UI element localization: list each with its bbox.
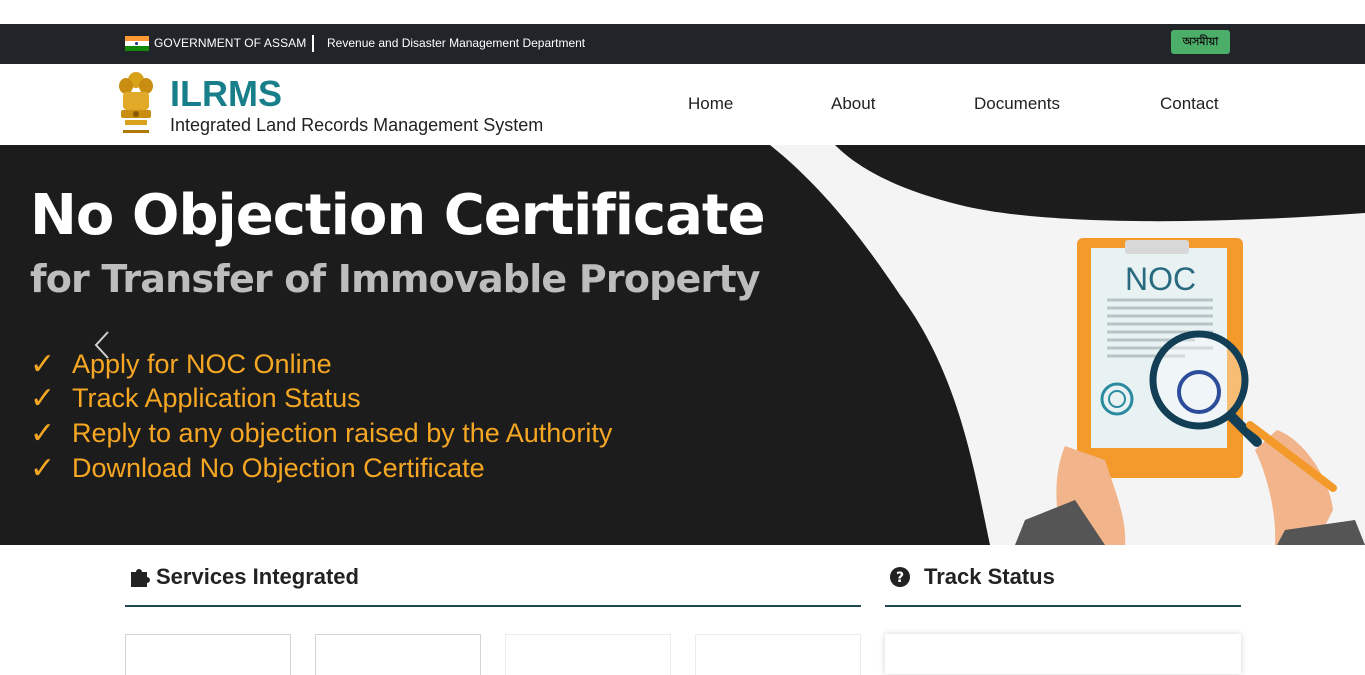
service-card[interactable]: [315, 634, 481, 675]
india-flag-icon: [125, 36, 149, 51]
service-card[interactable]: [125, 634, 291, 675]
feature-text: Reply to any objection raised by the Aut…: [72, 418, 613, 448]
feature-text: Download No Objection Certificate: [72, 453, 485, 483]
state-emblem-icon: [119, 72, 153, 133]
feature-item: ✓ Apply for NOC Online: [30, 347, 332, 382]
nav-about[interactable]: About: [831, 94, 875, 114]
carousel-prev-button[interactable]: [88, 328, 118, 362]
hero-title: No Objection Certificate: [30, 183, 766, 248]
site-title[interactable]: ILRMS: [170, 73, 282, 115]
checkmark-icon: ✓: [30, 347, 56, 382]
track-title: Track Status: [924, 564, 1055, 589]
checkmark-icon: ✓: [30, 381, 56, 416]
checkmark-icon: ✓: [30, 451, 56, 486]
hero-carousel: No Objection Certificate for Transfer of…: [0, 145, 1365, 545]
noc-clipboard-illustration: NOC: [1015, 238, 1365, 545]
question-circle-icon: ?: [890, 567, 910, 587]
divider: [312, 35, 314, 52]
svg-text:?: ?: [896, 570, 904, 586]
feature-item: ✓ Download No Objection Certificate: [30, 451, 485, 486]
checkmark-icon: ✓: [30, 416, 56, 451]
services-title: Services Integrated: [156, 564, 359, 589]
site-header: ILRMS Integrated Land Records Management…: [0, 64, 1365, 145]
track-divider: [885, 605, 1241, 607]
service-card[interactable]: [695, 634, 861, 675]
puzzle-icon: [131, 569, 150, 587]
noc-label: NOC: [1125, 261, 1196, 297]
chevron-left-icon: [94, 331, 109, 359]
language-toggle-button[interactable]: অসমীয়া: [1171, 30, 1230, 54]
hero-subtitle: for Transfer of Immovable Property: [30, 257, 761, 301]
services-heading: Services Integrated: [128, 564, 359, 590]
track-status-card: [885, 634, 1241, 674]
feature-text: Track Application Status: [72, 383, 361, 413]
service-card[interactable]: [505, 634, 671, 675]
department-name: Revenue and Disaster Management Departme…: [327, 36, 586, 50]
nav-contact[interactable]: Contact: [1160, 94, 1219, 114]
nav-documents[interactable]: Documents: [974, 94, 1060, 114]
government-bar: GOVERNMENT OF ASSAM Revenue and Disaster…: [0, 24, 1365, 64]
site-subtitle: Integrated Land Records Management Syste…: [170, 115, 544, 135]
nav-home[interactable]: Home: [688, 94, 733, 114]
feature-item: ✓ Reply to any objection raised by the A…: [30, 416, 612, 451]
feature-item: ✓ Track Application Status: [30, 381, 361, 416]
services-divider: [125, 605, 861, 607]
government-name: GOVERNMENT OF ASSAM: [154, 36, 307, 50]
track-heading: ? Track Status: [889, 564, 1055, 590]
